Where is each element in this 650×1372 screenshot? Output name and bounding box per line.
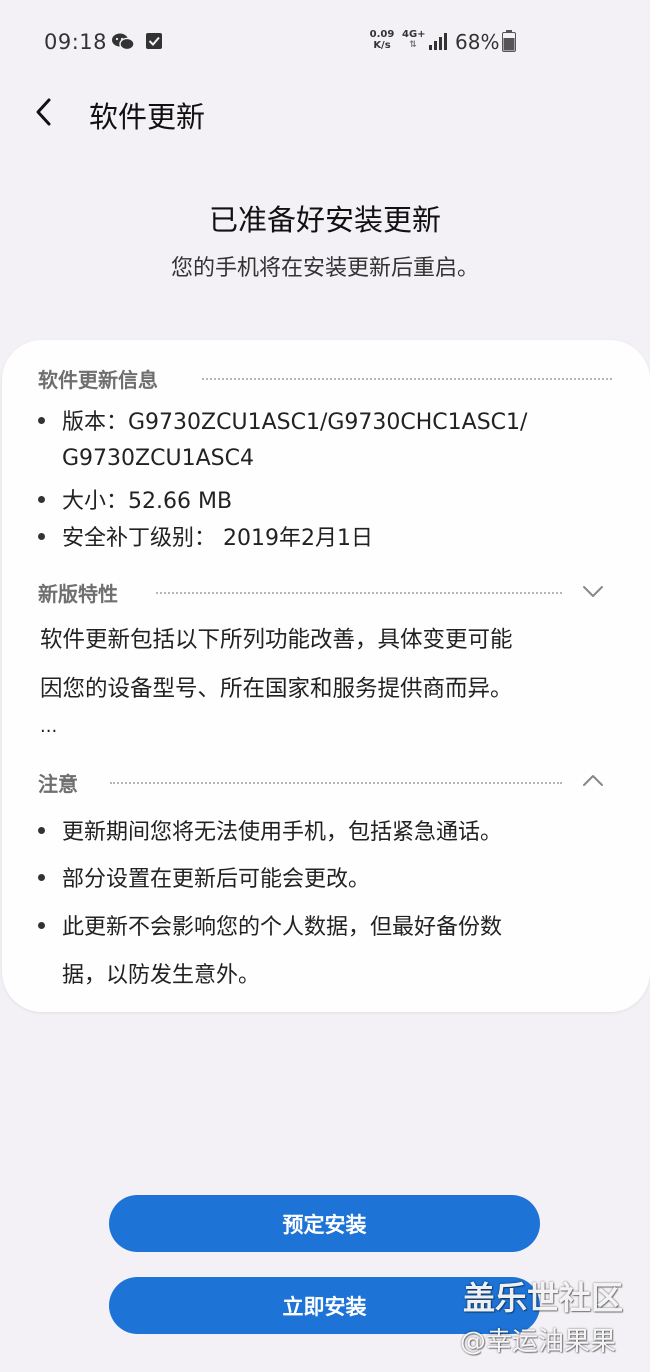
features-text: 因您的设备型号、所在国家和服务提供商而异。 bbox=[40, 676, 513, 702]
chevron-down-icon[interactable] bbox=[580, 578, 606, 604]
section-label-features: 新版特性 bbox=[38, 582, 118, 606]
status-bar: 09:18 0.09 K/s 4G+ ⇅ 68% bbox=[0, 0, 650, 84]
battery-percentage: 68% bbox=[455, 30, 500, 54]
restart-notice: 您的手机将在安装更新后重启。 bbox=[170, 256, 479, 281]
bullet bbox=[38, 417, 45, 424]
update-ready-title: 已准备好安装更新 bbox=[208, 203, 441, 237]
schedule-install-button[interactable]: 预定安装 bbox=[109, 1195, 540, 1252]
section-header-info: 软件更新信息 bbox=[38, 364, 614, 394]
software-update-screen: 09:18 0.09 K/s 4G+ ⇅ 68% 软件更新 已准备好安装更新 您… bbox=[0, 0, 650, 1372]
watermark-title: 盖乐世社区 bbox=[463, 1279, 624, 1317]
dotted-divider bbox=[110, 782, 562, 784]
section-label-notes: 注意 bbox=[38, 772, 78, 796]
status-time: 09:18 bbox=[44, 30, 108, 54]
page-title: 软件更新 bbox=[89, 100, 206, 134]
wechat-icon bbox=[112, 33, 135, 51]
signal-icon bbox=[429, 33, 447, 50]
features-ellipsis: ... bbox=[40, 716, 58, 737]
battery-icon bbox=[502, 30, 516, 52]
bullet bbox=[38, 533, 45, 540]
section-header-features[interactable]: 新版特性 bbox=[38, 578, 614, 608]
bullet bbox=[38, 922, 45, 929]
bullet bbox=[38, 827, 45, 834]
network-speed: 0.09 K/s bbox=[369, 29, 395, 51]
bullet bbox=[38, 496, 45, 503]
data-arrows-icon: ⇅ bbox=[409, 40, 417, 50]
update-info-card: 软件更新信息 版本：G9730ZCU1ASC1/G9730CHC1ASC1/ G… bbox=[2, 340, 650, 1012]
features-text: 软件更新包括以下所列功能改善，具体变更可能 bbox=[40, 627, 513, 653]
watermark-author: @幸运油果果 bbox=[460, 1327, 617, 1357]
network-type: 4G+ ⇅ bbox=[402, 29, 426, 50]
dotted-divider bbox=[202, 378, 612, 380]
checkbox-notification-icon bbox=[146, 33, 162, 49]
chevron-up-icon[interactable] bbox=[580, 768, 606, 794]
section-label-info: 软件更新信息 bbox=[38, 368, 158, 392]
section-header-notes[interactable]: 注意 bbox=[38, 768, 614, 798]
bullet bbox=[38, 874, 45, 881]
dotted-divider bbox=[156, 592, 562, 594]
back-arrow-icon[interactable] bbox=[28, 94, 64, 130]
